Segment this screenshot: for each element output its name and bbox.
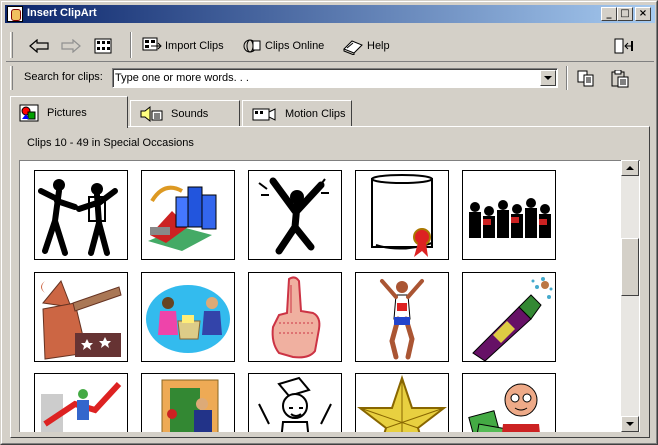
blocks-and-figure-clip[interactable] [141,170,235,260]
scroll-down-button[interactable] [621,416,639,432]
money-man-clip[interactable] [462,373,556,432]
maximize-button[interactable]: □ [617,7,633,21]
diploma-scroll-clip[interactable] [355,170,449,260]
sounds-icon [140,105,163,122]
wizard-telescope-clip[interactable] [34,272,128,362]
cheering-figure-clip[interactable] [248,170,342,260]
clip-type-tabs: Pictures Sounds Motion Clips [10,96,650,128]
copy-icon [577,70,594,87]
motion-clips-icon [252,107,276,121]
insert-clipart-window: Insert ClipArt _ □ × Import Clips Clips … [0,0,658,445]
copy-button[interactable] [576,69,596,89]
tab-motion-clips-label: Motion Clips [285,107,346,120]
search-dropdown-button[interactable] [540,70,556,86]
toolbar-separator [130,32,132,58]
search-toolbar: Search for clips: [6,63,654,91]
marathon-runner-clip[interactable] [355,272,449,362]
tab-motion-clips[interactable]: Motion Clips [242,100,352,126]
change-window-size-icon [614,38,633,54]
scroll-up-button[interactable] [621,160,639,176]
import-clips-label: Import Clips [165,40,224,52]
help-button[interactable]: Help [342,36,390,56]
growth-chart-clip[interactable] [34,373,128,432]
search-combobox[interactable] [112,68,558,88]
champagne-bottle-clip[interactable] [462,272,556,362]
party-man-clip[interactable] [248,373,342,432]
window-title: Insert ClipArt [27,7,97,19]
clips-range-caption: Clips 10 - 49 in Special Occasions [27,137,194,149]
search-toolbar-grip[interactable] [10,66,13,90]
dancing-couple-clip[interactable] [34,170,128,260]
clips-online-icon [243,39,261,53]
paste-icon [611,70,629,88]
toolbar-grip[interactable] [10,32,13,58]
close-button[interactable]: × [635,7,651,21]
title-bar[interactable]: Insert ClipArt _ □ × [5,5,655,23]
chevron-down-icon [626,422,634,426]
forward-arrow-icon [61,39,81,53]
applauding-crowd-clip[interactable] [462,170,556,260]
import-clips-icon [142,37,162,51]
clip-gallery[interactable] [19,160,640,432]
clips-online-button[interactable]: Clips Online [242,36,324,56]
tab-sounds-label: Sounds [171,107,209,120]
all-categories-button[interactable] [94,36,112,56]
pictures-icon [19,104,39,121]
scroll-thumb[interactable] [621,238,639,296]
business-meeting-clip[interactable] [141,272,235,362]
help-book-icon [343,40,363,55]
tab-sounds[interactable]: Sounds [130,100,240,126]
search-separator [566,66,568,90]
chevron-up-icon [626,166,634,170]
clips-online-label: Clips Online [265,40,325,52]
change-window-size-button[interactable] [614,36,634,56]
main-toolbar: Import Clips Clips Online Help [6,26,654,62]
tab-pictures[interactable]: Pictures [10,96,128,128]
back-button[interactable] [28,36,50,56]
clipart-app-icon[interactable] [7,6,23,22]
vertical-scrollbar[interactable] [621,160,639,432]
import-clips-button[interactable]: Import Clips [142,36,224,56]
office-doorway-clip[interactable] [141,373,235,432]
forward-button[interactable] [60,36,82,56]
search-input[interactable] [115,70,535,86]
paste-button[interactable] [610,69,630,89]
back-arrow-icon [29,39,49,53]
help-label: Help [367,40,390,52]
tab-pictures-label: Pictures [47,106,87,119]
all-categories-icon [94,38,112,54]
number-one-finger-clip[interactable] [248,272,342,362]
gold-star-clip[interactable] [355,373,449,432]
search-label: Search for clips: [24,71,103,83]
minimize-button[interactable]: _ [601,7,617,21]
